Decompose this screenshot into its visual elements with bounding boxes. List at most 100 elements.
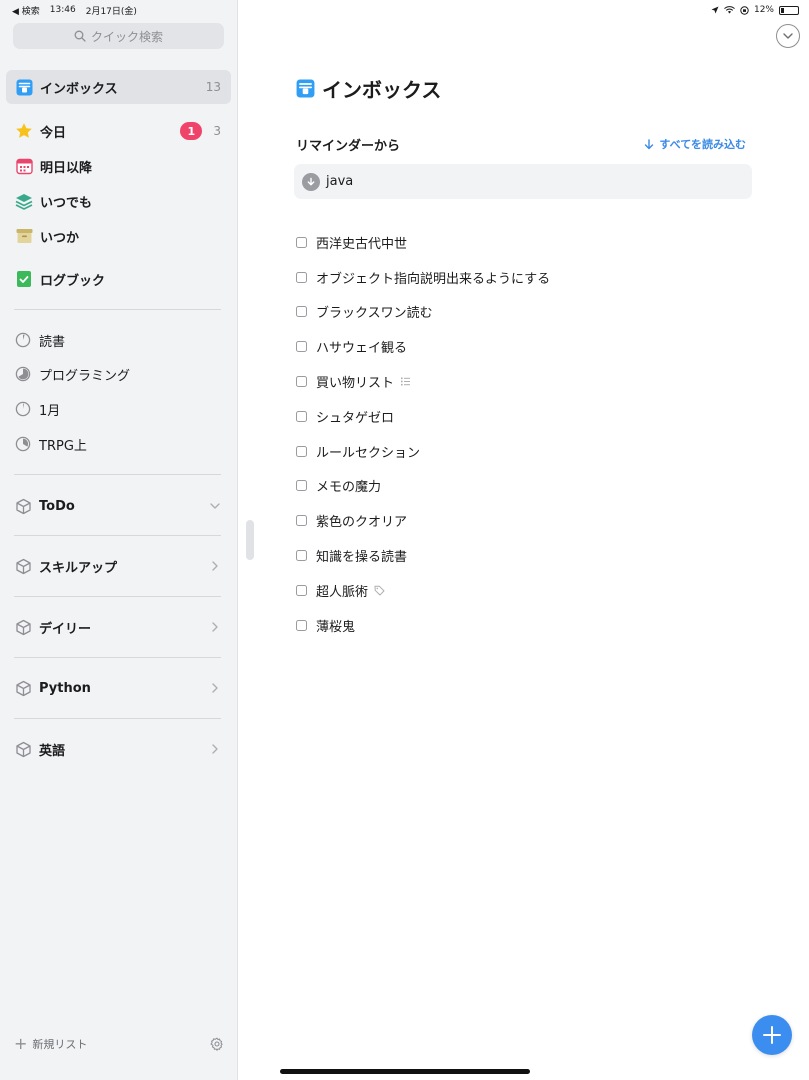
chevron-right-icon[interactable] (209, 560, 221, 572)
reminders-section-header: リマインダーから すべてを読み込む (296, 134, 746, 154)
task-row[interactable]: 超人脈術 (296, 573, 766, 608)
sidebar-project-reading[interactable]: 読書 (6, 325, 231, 355)
load-all-button[interactable]: すべてを読み込む (644, 136, 746, 152)
split-view-drag-handle[interactable] (246, 520, 254, 560)
sidebar-item-label: インボックス (40, 81, 118, 97)
sidebar-project-january[interactable]: 1月 (6, 394, 231, 424)
task-checkbox[interactable] (296, 271, 307, 283)
task-title: ブラックスワン読む (316, 306, 433, 322)
calendar-icon (15, 157, 33, 175)
task-checkbox[interactable] (296, 410, 307, 422)
status-date: 2月17日(金) (85, 6, 137, 17)
chevron-down-icon[interactable] (209, 500, 221, 512)
task-checkbox[interactable] (296, 376, 307, 388)
sidebar-item-logbook[interactable]: ログブック (6, 262, 231, 296)
pie-progress-icon (15, 332, 31, 348)
task-checkbox[interactable] (296, 236, 307, 248)
sidebar-divider (14, 474, 221, 475)
things-app: ◀ 検索 13:46 2月17日(金) クイック検索 インボックス 13 今日 … (0, 0, 809, 1080)
task-row[interactable]: ハサウェイ観る (296, 329, 766, 364)
quick-search-placeholder: クイック検索 (90, 29, 163, 44)
sidebar-item-today[interactable]: 今日 1 3 (6, 114, 231, 148)
sidebar-divider (14, 596, 221, 597)
sidebar-area-skillup[interactable]: スキルアップ (6, 549, 231, 583)
pie-progress-icon (15, 436, 31, 452)
task-title: オブジェクト指向説明出来るようにする (316, 271, 551, 287)
task-title: 知識を操る読書 (316, 550, 408, 566)
sidebar-project-trpg[interactable]: TRPG上 (6, 429, 231, 459)
sidebar-item-label: ログブック (40, 273, 106, 289)
chevron-right-icon[interactable] (209, 682, 221, 694)
task-checkbox[interactable] (296, 619, 307, 631)
task-row[interactable]: 西洋史古代中世 (296, 225, 766, 260)
task-row[interactable]: 買い物リスト (296, 364, 766, 399)
task-row[interactable]: 薄桜鬼 (296, 608, 766, 643)
sidebar-area-python[interactable]: Python (6, 671, 231, 705)
task-row[interactable]: 紫色のクオリア (296, 503, 766, 538)
collapse-toggle-button[interactable] (776, 24, 800, 48)
task-checkbox[interactable] (296, 550, 307, 562)
tag-icon (374, 585, 385, 596)
task-title: シュタゲゼロ (316, 410, 395, 426)
task-title: 西洋史古代中世 (316, 236, 408, 252)
status-bar-right: 12% (711, 3, 799, 17)
task-row[interactable]: ブラックスワン読む (296, 295, 766, 330)
battery-percentage: 12% (753, 5, 774, 15)
page-title-text: インボックス (322, 77, 442, 102)
sidebar-item-inbox[interactable]: インボックス 13 (6, 70, 231, 104)
task-title: 買い物リスト (316, 376, 395, 392)
task-title: ルールセクション (316, 445, 421, 461)
task-checkbox[interactable] (296, 445, 307, 457)
task-checkbox[interactable] (296, 584, 307, 596)
reminder-item-label: java (326, 174, 354, 189)
gear-icon[interactable] (210, 1037, 224, 1051)
task-title: 紫色のクオリア (316, 515, 408, 531)
chevron-right-icon[interactable] (209, 743, 221, 755)
task-checkbox[interactable] (296, 515, 307, 527)
sidebar-item-label: いつか (40, 230, 80, 246)
back-to-search-link[interactable]: ◀ 検索 (12, 4, 40, 17)
sidebar-area-todo[interactable]: ToDo (6, 489, 231, 523)
sidebar-area-label: デイリー (39, 621, 92, 637)
star-icon (15, 122, 33, 140)
inbox-count: 13 (205, 80, 221, 94)
import-arrow-icon (302, 172, 320, 191)
task-checkbox[interactable] (296, 306, 307, 318)
task-row[interactable]: シュタゲゼロ (296, 399, 766, 434)
location-arrow-icon (711, 6, 719, 14)
reminder-import-item[interactable]: java (294, 164, 752, 199)
status-bar-left: ◀ 検索 13:46 2月17日(金) (12, 3, 137, 17)
chevron-right-icon[interactable] (209, 621, 221, 633)
new-list-button[interactable]: 新規リスト (32, 1036, 210, 1052)
task-row[interactable]: オブジェクト指向説明出来るようにする (296, 260, 766, 295)
task-checkbox[interactable] (296, 341, 307, 353)
task-checkbox[interactable] (296, 480, 307, 492)
task-row[interactable]: 知識を操る読書 (296, 538, 766, 573)
sidebar-project-label: 読書 (39, 334, 66, 350)
orientation-lock-icon (740, 5, 749, 15)
checklist-icon (401, 377, 411, 386)
plus-icon (763, 1026, 781, 1044)
area-cube-icon (16, 498, 31, 514)
chevron-down-icon (783, 33, 793, 39)
sidebar-item-someday[interactable]: いつか (6, 219, 231, 253)
layers-icon (15, 192, 33, 210)
sidebar-area-english[interactable]: 英語 (6, 732, 231, 766)
plus-icon[interactable]: + (14, 1036, 27, 1052)
task-row[interactable]: ルールセクション (296, 434, 766, 469)
sidebar-area-daily[interactable]: デイリー (6, 610, 231, 644)
sidebar-footer: + 新規リスト (14, 1034, 224, 1054)
sidebar-area-label: ToDo (39, 498, 75, 514)
task-row[interactable]: メモの魔力 (296, 469, 766, 504)
sidebar: ◀ 検索 13:46 2月17日(金) クイック検索 インボックス 13 今日 … (0, 0, 238, 1080)
add-task-button[interactable] (752, 1015, 792, 1055)
quick-search-field[interactable]: クイック検索 (13, 23, 224, 49)
sidebar-item-anytime[interactable]: いつでも (6, 184, 231, 218)
sidebar-project-programming[interactable]: プログラミング (6, 359, 231, 389)
sidebar-project-label: 1月 (39, 403, 61, 419)
sidebar-item-upcoming[interactable]: 明日以降 (6, 149, 231, 183)
sidebar-divider (14, 309, 221, 310)
area-cube-icon (16, 558, 31, 574)
area-cube-icon (16, 741, 31, 757)
sidebar-item-label: いつでも (40, 195, 93, 211)
